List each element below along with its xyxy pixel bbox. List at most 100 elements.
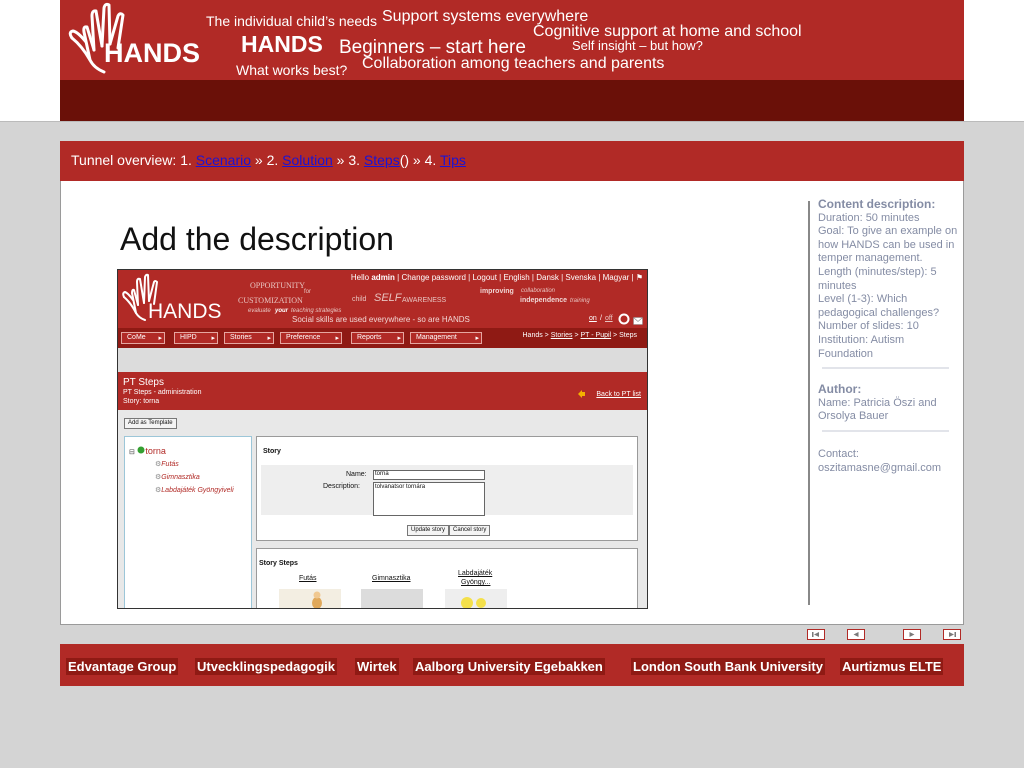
toggle-on-link[interactable]: on <box>589 315 597 322</box>
embedded-top-nav: Hello admin | Change password | Logout |… <box>351 273 643 282</box>
banner-word: teaching strategies <box>291 308 342 314</box>
step-thumbnail[interactable] <box>445 589 507 609</box>
author-name: Name: Patricia Öszi and Orsolya Bauer <box>818 396 937 423</box>
phrase-self-insight: Self insight – but how? <box>572 38 703 53</box>
step-link[interactable]: Labdajáték <box>458 570 492 577</box>
back-to-pt-list-link[interactable]: Back to PT list <box>596 391 641 398</box>
description-label: Description: <box>323 483 360 490</box>
tunnel-separator: » 2. <box>251 152 279 168</box>
previous-slide-button[interactable] <box>847 629 865 640</box>
top-nav-links[interactable]: | Change password | Logout | English | D… <box>397 273 643 282</box>
tunnel-link-solution[interactable]: Solution <box>282 152 333 168</box>
last-slide-button[interactable] <box>943 629 961 640</box>
banner-word: child <box>352 296 367 303</box>
contact-label: Contact: <box>818 447 859 460</box>
partner-wirtek[interactable]: Wirtek <box>355 658 399 675</box>
banner-word: collaboration <box>521 288 556 294</box>
banner-word: SELF <box>374 292 402 304</box>
story-name-input[interactable]: torna <box>373 470 485 480</box>
username: admin <box>371 273 395 282</box>
story-steps-panel: Story Steps Futás Gimnasztika Labdajáték… <box>256 548 638 609</box>
story-form: Name: torna Description: tolvanatsor tor… <box>261 465 633 516</box>
tunnel-overview-bar: Tunnel overview: 1. Scenario » 2. Soluti… <box>60 141 964 181</box>
partner-london-south-bank[interactable]: London South Bank University <box>631 658 825 675</box>
tree-item[interactable]: ⚙Gimnasztika <box>155 473 200 481</box>
banner-word: AWARENESS <box>402 297 447 304</box>
tunnel-link-scenario[interactable]: Scenario <box>196 152 251 168</box>
length-text: Length (minutes/step): 5 minutes <box>818 265 937 292</box>
breadcrumb-root: Hands <box>522 332 543 339</box>
breadcrumb-current: Steps <box>619 332 637 339</box>
breadcrumb-stories[interactable]: Stories <box>551 332 573 339</box>
story-tree: ⊟ torna ⚙Futás ⚙Gimnasztika ⚙Labdajáték … <box>124 436 252 608</box>
tunnel-prefix: Tunnel overview: 1. <box>71 152 192 168</box>
breadcrumb-pt-pupil[interactable]: PT - Pupil <box>581 332 612 339</box>
banner-word: for <box>304 289 312 295</box>
menu-preference[interactable]: Preference <box>280 332 342 344</box>
tree-item-label: Gimnasztika <box>161 474 200 481</box>
banner-word: evaluate <box>248 308 271 314</box>
next-slide-button[interactable] <box>903 629 921 640</box>
partner-aalborg-university[interactable]: Aalborg University Egebakken <box>413 658 605 675</box>
step-link[interactable]: Gimnasztika <box>372 575 411 582</box>
embedded-page-title: PT Steps <box>123 377 164 388</box>
update-story-button[interactable]: Update story <box>407 525 450 536</box>
embedded-page-subtitle: PT Steps - administration <box>123 389 202 396</box>
info-divider <box>808 201 810 605</box>
tree-root[interactable]: ⊟ torna <box>129 446 166 456</box>
tunnel-link-tips[interactable]: Tips <box>440 152 466 168</box>
gray-strip <box>118 348 647 372</box>
banner-word: improving <box>480 288 514 295</box>
banner-word: CUSTOMIZATION <box>238 296 303 305</box>
embedded-page-header: PT Steps PT Steps - administration Story… <box>118 372 647 410</box>
lifebuoy-icon[interactable] <box>618 313 630 325</box>
menu-management[interactable]: Management <box>410 332 482 344</box>
tree-item-label: Futás <box>161 461 179 468</box>
menu-stories[interactable]: Stories <box>224 332 274 344</box>
step-link[interactable]: Gyöngy... <box>461 579 490 586</box>
contact-email: oszitamasne@gmail.com <box>818 461 942 474</box>
last-slide-icon <box>949 632 956 637</box>
first-slide-icon <box>812 632 819 637</box>
partner-aurtizmus-elte[interactable]: Aurtizmus ELTE <box>840 658 944 675</box>
story-description-input[interactable]: tolvanatsor tornára <box>373 482 485 516</box>
story-steps-heading: Story Steps <box>259 560 298 567</box>
cancel-story-button[interactable]: Cancel story <box>449 525 491 536</box>
tree-item[interactable]: ⚙Futás <box>155 460 179 468</box>
step-thumbnail[interactable] <box>361 589 423 609</box>
phrase-collaboration: Collaboration among teachers and parents <box>362 55 665 72</box>
partners-footer: Edvantage Group Utvecklingspedagogik Wir… <box>60 644 964 686</box>
step-link[interactable]: Futás <box>299 575 317 582</box>
menu-come[interactable]: CoMe <box>121 332 165 344</box>
toggle-off-link[interactable]: off <box>605 315 613 322</box>
step-thumbnail[interactable] <box>279 589 341 609</box>
institution-text: Institution: Autism Foundation <box>818 333 905 360</box>
toggle-divider: / <box>600 315 602 322</box>
back-arrow-icon <box>578 390 585 398</box>
content-description-label: Content description: <box>818 197 936 211</box>
tree-item[interactable]: ⚙Labdajáték Gyöngyiveli <box>155 486 234 494</box>
menu-reports[interactable]: Reports <box>351 332 404 344</box>
mail-icon[interactable] <box>633 317 643 325</box>
slides-text: Number of slides: 10 <box>818 320 919 333</box>
menu-hipd[interactable]: HIPD <box>174 332 218 344</box>
banner-word: independence <box>520 297 568 304</box>
collapse-icon[interactable]: ⊟ <box>129 449 135 456</box>
goal-text: Goal: To give an example on how HANDS ca… <box>818 225 958 265</box>
story-panel: Story Name: torna Description: tolvanats… <box>256 436 638 541</box>
tunnel-link-steps[interactable]: Steps <box>364 152 400 168</box>
add-as-template-button[interactable]: Add as Template <box>124 418 177 429</box>
first-slide-button[interactable] <box>807 629 825 640</box>
previous-slide-icon <box>853 632 859 637</box>
banner-word: training <box>570 298 590 304</box>
embedded-body: Add as Template ⊟ torna ⚙Futás ⚙Gimnaszt… <box>118 410 647 609</box>
tunnel-separator: » 3. <box>332 152 361 168</box>
tree-item-label: Labdajáték Gyöngyiveli <box>161 487 234 494</box>
slide-content: Add the description HANDS OPPORTUNITY fo… <box>60 181 964 625</box>
phrase-individual-needs: The individual child’s needs <box>206 13 377 29</box>
banner-tagline: Social skills are used everywhere - so a… <box>292 315 470 324</box>
partner-utvecklingspedagogik[interactable]: Utvecklingspedagogik <box>195 658 337 675</box>
partner-edvantage-group[interactable]: Edvantage Group <box>66 658 179 675</box>
